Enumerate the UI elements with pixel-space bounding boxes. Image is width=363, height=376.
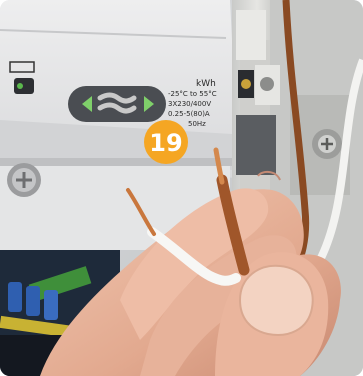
meter-screw-icon — [7, 163, 41, 197]
blue-terminal-2 — [26, 286, 40, 316]
blue-terminal-1 — [8, 282, 22, 312]
meter-temp-range: -25°C to 55°C — [168, 90, 217, 98]
blue-terminal-3 — [44, 290, 58, 320]
meter-led-button — [68, 86, 166, 122]
step-number: 19 — [149, 129, 182, 157]
step-number-badge: 19 — [144, 120, 188, 164]
meter-voltage: 3X230/400V — [168, 100, 211, 108]
meter-frequency: 50Hz — [188, 120, 206, 128]
meter-unit: kWh — [196, 79, 216, 89]
meter-current: 0.25-5(80)A — [168, 110, 210, 118]
photo-electrician-wires: kWh -25°C to 55°C 3X230/400V 0.25-5(80)A… — [0, 0, 363, 376]
